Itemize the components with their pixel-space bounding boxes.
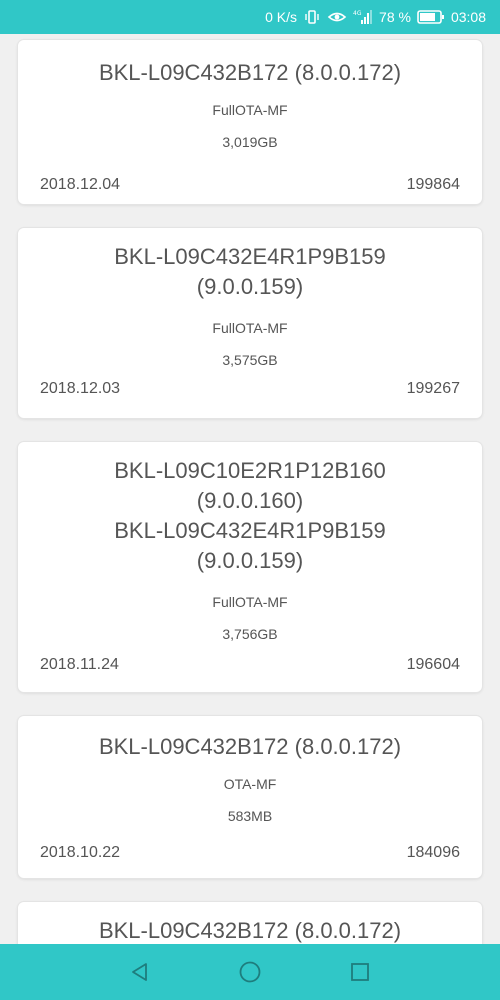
firmware-id: 199267 (406, 380, 460, 397)
firmware-id: 196604 (406, 656, 460, 673)
back-button[interactable] (120, 952, 160, 992)
battery-percent: 78 % (379, 9, 411, 25)
status-bar: 0 K/s 4G 78 % 03:08 (0, 0, 500, 34)
back-triangle-icon (132, 963, 147, 981)
firmware-title: BKL-L09C432B172 (8.0.0.172) (98, 918, 402, 943)
firmware-meta-row: 2018.12.03 199267 (40, 380, 460, 398)
firmware-meta-row: 2018.12.04 199864 (40, 176, 460, 194)
firmware-type: FullOTA-MF (212, 320, 288, 336)
home-button[interactable] (230, 952, 270, 992)
vibrate-icon (303, 8, 321, 26)
status-right-group: 0 K/s 4G 78 % 03:08 (265, 0, 486, 34)
firmware-date: 2018.12.04 (40, 176, 121, 193)
firmware-card[interactable]: BKL-L09C432E4R1P9B159 (9.0.0.159) FullOT… (18, 228, 482, 418)
svg-text:4G: 4G (353, 10, 362, 17)
firmware-type: FullOTA-MF (212, 102, 288, 118)
firmware-date: 2018.11.24 (40, 656, 119, 673)
firmware-title: BKL-L09C10E2R1P12B160 (9.0.0.160) BKL-L0… (18, 442, 482, 576)
firmware-id: 184096 (406, 844, 460, 861)
firmware-card[interactable]: BKL-L09C432B172 (8.0.0.172) (18, 902, 482, 944)
firmware-card[interactable]: BKL-L09C432B172 (8.0.0.172) FullOTA-MF 3… (18, 40, 482, 204)
firmware-title: BKL-L09C432B172 (8.0.0.172) (98, 734, 402, 759)
battery-icon (417, 8, 445, 26)
clock: 03:08 (450, 9, 486, 25)
firmware-title-line: BKL-L09C432E4R1P9B159 (114, 244, 386, 269)
firmware-size: 3,756GB (222, 626, 278, 642)
firmware-title-line: BKL-L09C432E4R1P9B159 (114, 518, 386, 543)
signal-icon: 4G (353, 8, 373, 26)
firmware-type: OTA-MF (223, 776, 277, 792)
firmware-size: 583MB (227, 808, 273, 824)
recents-button[interactable] (340, 952, 380, 992)
recents-square-icon (351, 963, 369, 981)
firmware-card[interactable]: BKL-L09C10E2R1P12B160 (9.0.0.160) BKL-L0… (18, 442, 482, 692)
firmware-date: 2018.10.22 (40, 844, 121, 861)
navigation-bar (0, 944, 500, 1000)
firmware-title-line: (9.0.0.159) (196, 274, 304, 299)
firmware-title-line: (9.0.0.160) (196, 488, 304, 513)
network-speed: 0 K/s (265, 9, 298, 25)
firmware-size: 3,019GB (222, 134, 278, 150)
firmware-card[interactable]: BKL-L09C432B172 (8.0.0.172) OTA-MF 583MB… (18, 716, 482, 878)
firmware-title: BKL-L09C432B172 (8.0.0.172) (98, 60, 402, 85)
firmware-meta-row: 2018.10.22 184096 (40, 844, 460, 862)
firmware-list[interactable]: BKL-L09C432B172 (8.0.0.172) FullOTA-MF 3… (0, 34, 500, 944)
firmware-title: BKL-L09C432E4R1P9B159 (9.0.0.159) (18, 228, 482, 302)
firmware-size: 3,575GB (222, 352, 278, 368)
home-circle-icon (239, 961, 261, 983)
firmware-title-line: (9.0.0.159) (196, 548, 304, 573)
firmware-id: 199864 (406, 176, 460, 193)
firmware-meta-row: 2018.11.24 196604 (40, 656, 460, 674)
firmware-title-line: BKL-L09C10E2R1P12B160 (114, 458, 386, 483)
firmware-type: FullOTA-MF (212, 594, 288, 610)
firmware-date: 2018.12.03 (40, 380, 121, 397)
eye-comfort-icon (327, 8, 347, 26)
